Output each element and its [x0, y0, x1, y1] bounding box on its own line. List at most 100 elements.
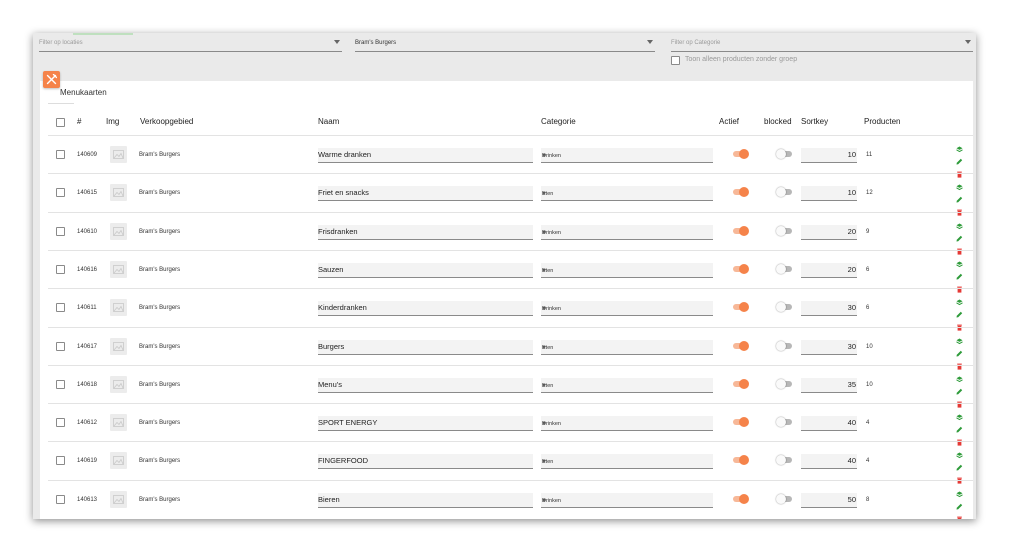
row-category-select[interactable]: Drinken [541, 492, 713, 508]
row-blocked-toggle[interactable] [776, 225, 792, 236]
pencil-icon[interactable] [956, 229, 963, 242]
pencil-icon[interactable] [956, 267, 963, 280]
row-actief-toggle[interactable] [733, 493, 749, 504]
trash-icon[interactable] [956, 280, 963, 293]
row-actief-toggle[interactable] [733, 225, 749, 236]
row-blocked-toggle[interactable] [776, 378, 792, 389]
trash-icon[interactable] [956, 242, 963, 255]
select-all-checkbox[interactable] [56, 118, 65, 127]
pencil-icon[interactable] [956, 420, 963, 433]
image-placeholder-icon[interactable] [110, 414, 127, 432]
row-sortkey-input[interactable]: 10 [801, 148, 857, 163]
only-without-group-checkbox[interactable] [671, 56, 680, 65]
row-category-select[interactable]: Drinken [541, 301, 713, 317]
row-category-select[interactable]: Eten [541, 339, 713, 355]
column-header-verkoopgebied[interactable]: Verkoopgebied [140, 117, 193, 126]
image-placeholder-icon[interactable] [110, 222, 127, 240]
pencil-icon[interactable] [956, 190, 963, 203]
row-blocked-toggle[interactable] [776, 187, 792, 198]
image-placeholder-icon[interactable] [110, 260, 127, 278]
row-blocked-toggle[interactable] [776, 263, 792, 274]
pencil-icon[interactable] [956, 458, 963, 471]
image-placeholder-icon[interactable] [110, 490, 127, 508]
row-category-select[interactable]: Eten [541, 454, 713, 470]
layers-icon[interactable] [956, 178, 963, 191]
row-name-input[interactable]: Kinderdranken [318, 301, 533, 317]
column-header-categorie[interactable]: Categorie [541, 117, 576, 126]
row-category-select[interactable]: Eten [541, 377, 713, 393]
row-name-input[interactable]: Sauzen [318, 262, 533, 278]
row-select-checkbox[interactable] [56, 379, 65, 389]
trash-icon[interactable] [956, 395, 963, 408]
row-category-select[interactable]: Drinken [541, 148, 713, 163]
layers-icon[interactable] [956, 217, 963, 229]
row-blocked-toggle[interactable] [776, 493, 792, 504]
column-header-id[interactable]: # [77, 117, 81, 126]
row-select-checkbox[interactable] [56, 418, 65, 428]
row-name-input[interactable]: Friet en snacks [318, 186, 533, 202]
row-name-input[interactable]: Frisdranken [318, 224, 533, 240]
row-select-checkbox[interactable] [56, 264, 65, 274]
row-sortkey-input[interactable]: 40 [801, 454, 857, 470]
pencil-icon[interactable] [956, 497, 963, 510]
trash-icon[interactable] [956, 471, 963, 484]
row-category-select[interactable]: Eten [541, 262, 713, 278]
layers-icon[interactable] [956, 332, 963, 344]
row-select-checkbox[interactable] [56, 456, 65, 466]
row-select-checkbox[interactable] [56, 341, 65, 351]
layers-icon[interactable] [956, 370, 963, 382]
row-select-checkbox[interactable] [56, 303, 65, 313]
column-header-blocked[interactable]: blocked [764, 117, 792, 126]
column-header-actief[interactable]: Actief [719, 117, 739, 126]
row-sortkey-input[interactable]: 10 [801, 186, 857, 202]
layers-icon[interactable] [956, 408, 963, 421]
image-placeholder-icon[interactable] [110, 452, 127, 470]
row-sortkey-input[interactable]: 30 [801, 301, 857, 317]
image-placeholder-icon[interactable] [110, 299, 127, 317]
category-filter-select[interactable]: Filter op Categorie [671, 33, 973, 52]
row-actief-toggle[interactable] [733, 263, 749, 274]
row-sortkey-input[interactable]: 35 [801, 377, 857, 393]
image-placeholder-icon[interactable] [110, 337, 127, 355]
trash-icon[interactable] [956, 357, 963, 370]
column-header-img[interactable]: Img [106, 117, 119, 126]
pencil-icon[interactable] [956, 382, 963, 395]
row-select-checkbox[interactable] [56, 150, 65, 159]
row-sortkey-input[interactable]: 20 [801, 224, 857, 240]
column-header-naam[interactable]: Naam [318, 117, 339, 126]
trash-icon[interactable] [956, 165, 963, 178]
row-blocked-toggle[interactable] [776, 149, 792, 159]
row-blocked-toggle[interactable] [776, 340, 792, 351]
row-select-checkbox[interactable] [56, 494, 65, 504]
row-sortkey-input[interactable]: 30 [801, 339, 857, 355]
column-header-sortkey[interactable]: Sortkey [801, 117, 828, 126]
row-actief-toggle[interactable] [733, 302, 749, 313]
row-blocked-toggle[interactable] [776, 302, 792, 313]
row-actief-toggle[interactable] [733, 149, 749, 159]
row-name-input[interactable]: SPORT ENERGY [318, 416, 533, 432]
row-category-select[interactable]: Eten [541, 186, 713, 202]
row-blocked-toggle[interactable] [776, 455, 792, 466]
image-placeholder-icon[interactable] [110, 146, 127, 163]
layers-icon[interactable] [956, 140, 963, 153]
pencil-icon[interactable] [956, 344, 963, 356]
row-actief-toggle[interactable] [733, 340, 749, 351]
row-actief-toggle[interactable] [733, 455, 749, 466]
row-sortkey-input[interactable]: 20 [801, 262, 857, 278]
selected-location-select[interactable]: Bram's Burgers [355, 33, 655, 52]
row-blocked-toggle[interactable] [776, 417, 792, 428]
row-name-input[interactable]: Bieren [318, 492, 533, 508]
trash-icon[interactable] [956, 510, 963, 519]
row-select-checkbox[interactable] [56, 188, 65, 198]
layers-icon[interactable] [956, 485, 963, 497]
column-header-producten[interactable]: Producten [864, 117, 900, 126]
row-sortkey-input[interactable]: 50 [801, 492, 857, 508]
trash-icon[interactable] [956, 433, 963, 446]
image-placeholder-icon[interactable] [110, 184, 127, 202]
row-name-input[interactable]: Burgers [318, 339, 533, 355]
layers-icon[interactable] [956, 255, 963, 267]
row-name-input[interactable]: Menu's [318, 377, 533, 393]
layers-icon[interactable] [956, 446, 963, 459]
row-actief-toggle[interactable] [733, 378, 749, 389]
row-category-select[interactable]: Drinken [541, 416, 713, 432]
